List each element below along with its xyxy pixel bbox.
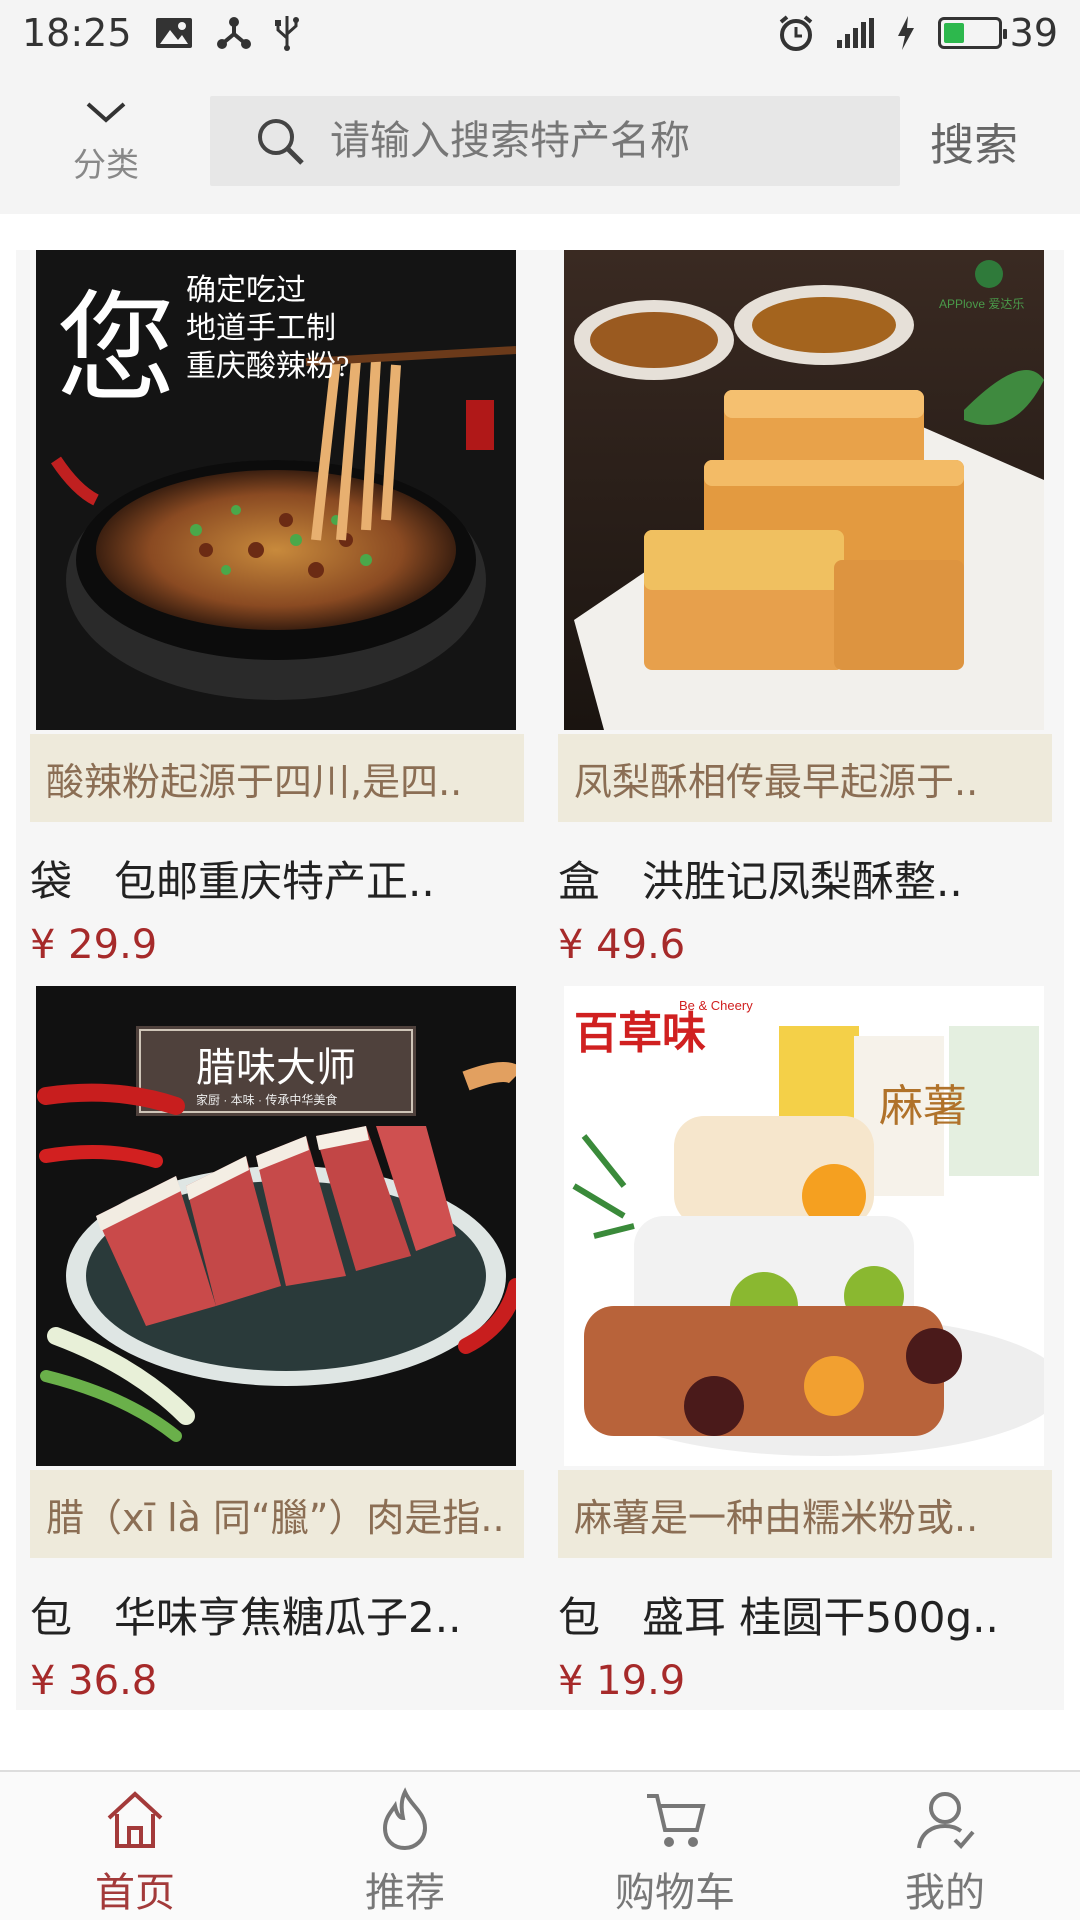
battery-level: 39 xyxy=(1009,11,1058,55)
status-time: 18:25 xyxy=(22,11,132,55)
signal-strength-icon xyxy=(836,18,874,48)
search-box[interactable] xyxy=(210,96,900,186)
product-image-text: Be & Cheery xyxy=(679,998,753,1013)
product-image-text: 确定吃过 xyxy=(186,274,306,307)
product-price: ¥ 29.9 xyxy=(30,922,158,968)
product-image-text: APPlove 爱达乐 xyxy=(939,297,1024,311)
product-image-text: 您 xyxy=(56,283,176,416)
search-button[interactable]: 搜索 xyxy=(930,96,1070,186)
product-price: ¥ 19.9 xyxy=(558,1658,686,1704)
search-icon xyxy=(258,119,304,165)
bottom-nav: 首页 推荐 购物车 我的 xyxy=(0,1770,1080,1920)
product-description: 凤梨酥相传最早起源于.. xyxy=(558,734,1052,822)
product-image-text: 百草味 xyxy=(574,1009,706,1058)
status-right: 39 xyxy=(777,11,1058,55)
product-image-text: 地道手工制 xyxy=(186,312,336,345)
share-icon xyxy=(216,17,251,49)
product-price: ¥ 49.6 xyxy=(558,922,686,968)
product-grid: 您 确定吃过 地道手工制 重庆酸辣粉? 酸辣粉起源于四川,是四.. 袋 包邮重庆… xyxy=(16,250,1064,1710)
search-header: 分类 搜索 xyxy=(0,66,1080,214)
category-label: 分类 xyxy=(73,145,139,184)
product-image[interactable]: 您 确定吃过 地道手工制 重庆酸辣粉? xyxy=(36,250,516,730)
nav-recommend[interactable]: 推荐 xyxy=(270,1772,540,1920)
nav-cart[interactable]: 购物车 xyxy=(540,1772,810,1920)
product-image[interactable]: 百草味 Be & Cheery 麻薯 xyxy=(564,986,1044,1466)
product-image-text: 麻薯 xyxy=(879,1082,967,1131)
product-title[interactable]: 包 盛耳 桂圆干500g.. xyxy=(558,1584,1058,1644)
product-description: 酸辣粉起源于四川,是四.. xyxy=(30,734,524,822)
search-input[interactable] xyxy=(330,118,850,164)
product-title[interactable]: 袋 包邮重庆特产正.. xyxy=(30,848,530,908)
product-image-text: 腊味大师 xyxy=(196,1045,356,1090)
product-title[interactable]: 盒 洪胜记凤梨酥整.. xyxy=(558,848,1058,908)
product-description: 麻薯是一种由糯米粉或.. xyxy=(558,1470,1052,1558)
nav-label: 购物车 xyxy=(615,1870,735,1916)
nav-label: 我的 xyxy=(905,1870,985,1916)
image-notification-icon xyxy=(155,18,192,48)
status-left: 18:25 xyxy=(22,11,300,55)
chevron-down-icon xyxy=(86,102,126,123)
product-image-text: 家厨 · 本味 · 传承中华美食 xyxy=(196,1092,337,1107)
category-button[interactable]: 分类 xyxy=(58,98,154,194)
home-icon xyxy=(107,1791,163,1848)
battery-fill xyxy=(943,23,964,43)
product-description: 腊（xī là 同“臘”）肉是指.. xyxy=(30,1470,524,1558)
charging-icon xyxy=(897,16,914,50)
status-bar: 18:25 39 xyxy=(0,0,1080,66)
usb-icon xyxy=(274,16,299,51)
product-price: ¥ 36.8 xyxy=(30,1658,158,1704)
cart-icon xyxy=(647,1794,706,1847)
nav-label: 首页 xyxy=(95,1870,175,1916)
user-icon xyxy=(917,1792,975,1849)
battery-icon xyxy=(937,17,1007,49)
product-image[interactable]: 腊味大师 家厨 · 本味 · 传承中华美食 xyxy=(36,986,516,1466)
product-image-text: 重庆酸辣粉? xyxy=(186,350,349,383)
nav-profile[interactable]: 我的 xyxy=(810,1772,1080,1920)
alarm-icon xyxy=(779,15,812,51)
nav-label: 推荐 xyxy=(365,1870,445,1916)
nav-home[interactable]: 首页 xyxy=(0,1772,270,1920)
flame-icon xyxy=(382,1787,428,1851)
battery: 39 xyxy=(937,11,1058,55)
product-title[interactable]: 包 华味亨焦糖瓜子2.. xyxy=(30,1584,530,1644)
product-image[interactable]: APPlove 爱达乐 xyxy=(564,250,1044,730)
